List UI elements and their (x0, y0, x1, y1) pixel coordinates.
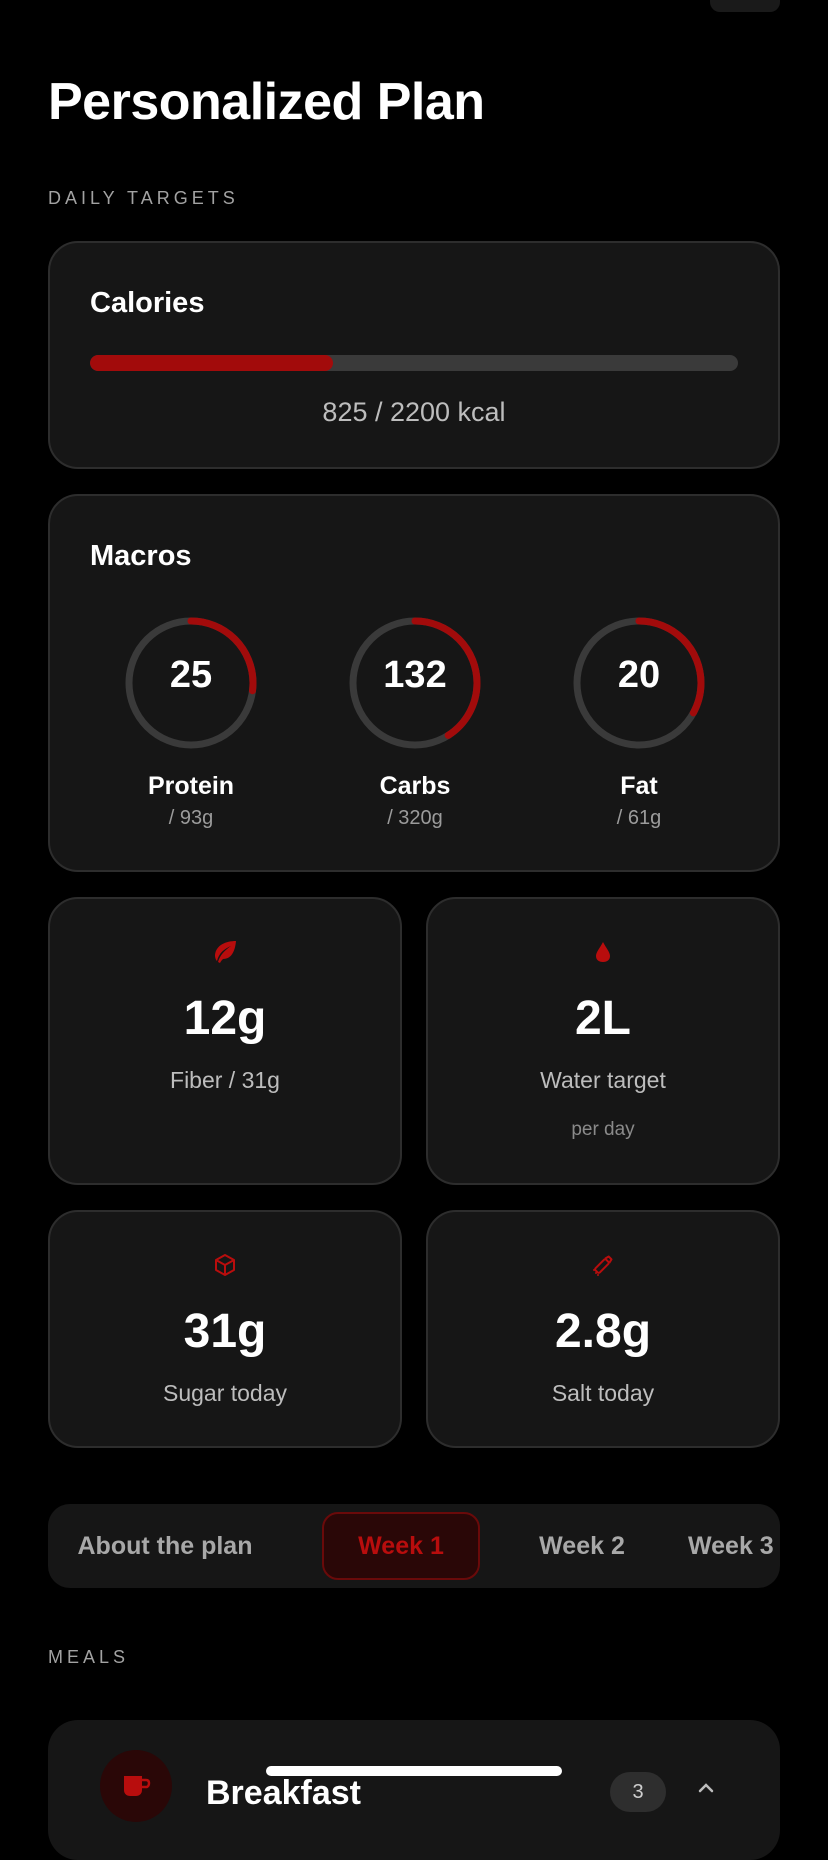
fiber-card: 12g Fiber / 31g (48, 897, 402, 1185)
carbs-value: 132 (383, 654, 447, 696)
calories-title: Calories (90, 287, 205, 319)
carbs-label: Carbs (379, 772, 451, 800)
macro-protein: 25 Protein / 93g (91, 616, 291, 830)
salt-shaker-icon (428, 1250, 778, 1280)
calories-progress-bar (90, 355, 738, 371)
water-sublabel: per day (571, 1119, 635, 1140)
fiber-value: 12g (183, 992, 267, 1045)
meal-breakfast-card[interactable]: Breakfast 3 (48, 1720, 780, 1860)
cube-icon (50, 1250, 400, 1280)
macros-card: Macros 25 Protein / 93g 132 Carbs / 320g (48, 494, 780, 872)
sugar-label: Sugar today (162, 1380, 288, 1406)
macro-carbs: 132 Carbs / 320g (315, 616, 515, 830)
salt-value: 2.8g (554, 1305, 652, 1358)
leaf-icon (50, 937, 400, 967)
water-card: 2L Water target per day (426, 897, 780, 1185)
plan-tabs: About the plan Week 1 Week 2 Week 3 (48, 1504, 780, 1588)
tab-week-1[interactable]: Week 1 (322, 1512, 480, 1580)
water-value: 2L (574, 992, 631, 1045)
sugar-card: 31g Sugar today (48, 1210, 402, 1448)
daily-targets-label: DAILY TARGETS (48, 188, 239, 208)
protein-label: Protein (147, 772, 235, 800)
salt-card: 2.8g Salt today (426, 1210, 780, 1448)
macros-title: Macros (90, 540, 192, 572)
calories-card: Calories 825 / 2200 kcal (48, 241, 780, 469)
page-title: Personalized Plan (48, 73, 485, 131)
tab-week-2[interactable]: Week 2 (512, 1512, 652, 1580)
home-indicator[interactable] (266, 1766, 562, 1776)
protein-value: 25 (169, 654, 213, 696)
meal-title: Breakfast (206, 1774, 361, 1812)
fat-target: / 61g (616, 807, 662, 829)
water-drop-icon (428, 937, 778, 967)
tab-about-the-plan[interactable]: About the plan (70, 1512, 260, 1580)
calories-progress-text: 825 / 2200 kcal (322, 397, 506, 427)
chevron-up-icon[interactable] (698, 1780, 714, 1798)
carbs-target: / 320g (387, 807, 443, 829)
calories-progress-fill (90, 355, 333, 371)
water-label: Water target (540, 1067, 666, 1093)
tab-week-3[interactable]: Week 3 (684, 1512, 780, 1580)
top-pill-button[interactable] (710, 0, 780, 12)
fiber-label: Fiber / 31g (170, 1067, 280, 1093)
fat-label: Fat (620, 772, 658, 800)
coffee-cup-icon (100, 1750, 172, 1822)
fat-value: 20 (617, 654, 661, 696)
sugar-value: 31g (183, 1305, 267, 1358)
protein-target: / 93g (168, 807, 214, 829)
salt-label: Salt today (551, 1380, 655, 1406)
meal-count-badge: 3 (610, 1772, 666, 1812)
meals-label: MEALS (48, 1647, 130, 1667)
macro-fat: 20 Fat / 61g (539, 616, 739, 830)
